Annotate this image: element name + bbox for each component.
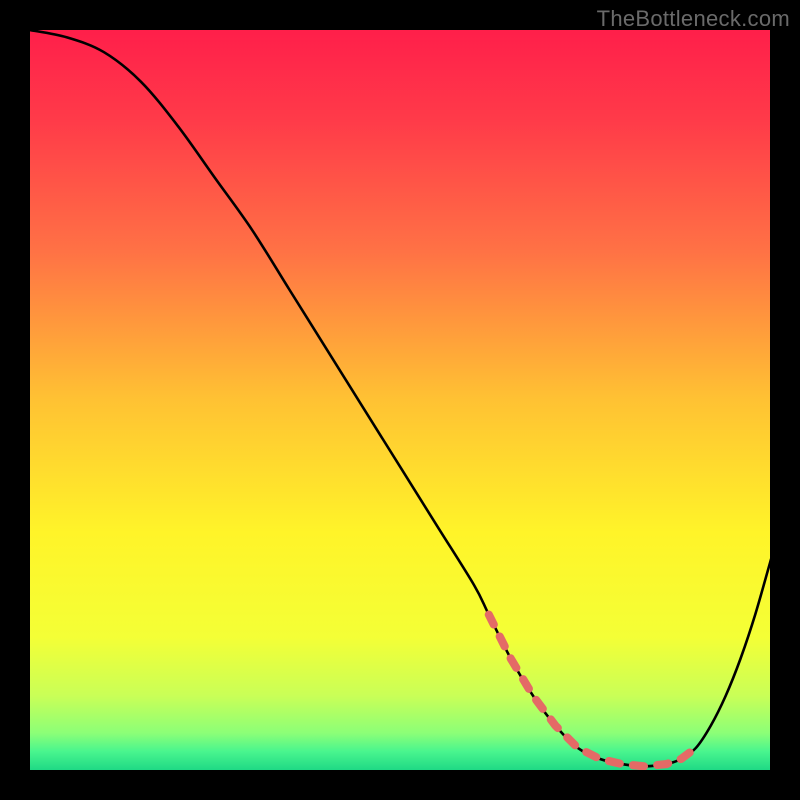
optimal-range-marker [489,615,696,767]
chart-frame: TheBottleneck.com [0,0,800,800]
plot-area [30,30,770,770]
curve-layer [30,30,770,770]
bottleneck-curve [30,30,770,766]
watermark-text: TheBottleneck.com [597,6,790,32]
